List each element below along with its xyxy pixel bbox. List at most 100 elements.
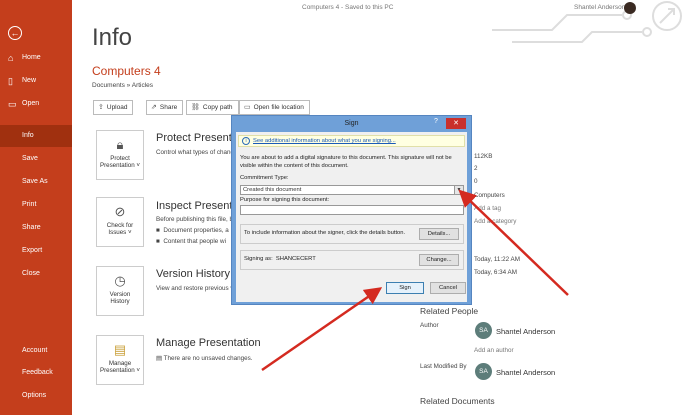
section-description: Control what types of chang [156,149,235,156]
document-icon: ▤ [156,355,164,362]
sidebar-item-new[interactable]: ▯ New [0,70,72,92]
dialog-message: You are about to add a digital signature… [240,155,452,169]
title-bar: Computers 4 - Saved to this PC Shantel A… [72,0,700,43]
version-history-button[interactable]: ◷ Version History [96,266,144,316]
manage-presentation-button[interactable]: ▤ Manage Presentation ˅ [96,335,144,385]
button-label: Share [159,104,178,111]
folder-icon: ▭ [8,99,17,109]
sidebar-item-home[interactable]: ⌂ Home [0,47,72,69]
file-icon: ▯ [8,76,13,86]
sidebar-item-label: Home [22,54,41,61]
upload-button[interactable]: ⇪ Upload [93,100,134,115]
add-tag-link[interactable]: Add a tag [474,205,501,212]
purpose-input[interactable] [240,205,464,215]
additional-info-link[interactable]: See additional information about what yo… [253,138,396,144]
modifier-avatar[interactable]: SA [475,363,492,380]
sidebar-item-account[interactable]: Account [0,340,72,362]
property-value: 0 [474,178,478,185]
button-label: Presentation ˅ [99,162,141,169]
sidebar-item-label: Close [22,270,40,277]
sidebar-item-label: Export [22,247,43,254]
sidebar-item-label: Share [22,224,41,231]
select-value: Created this document [243,187,302,193]
section-description-text: There are no unsaved changes. [163,355,253,362]
signer-info-text: To include information about the signer,… [244,230,406,236]
share-button[interactable]: ⇗ Share [146,100,184,115]
list-item: ■ Document properties, a [156,227,229,234]
sidebar-item-share[interactable]: Share [0,217,72,239]
details-button[interactable]: Details... [419,228,459,240]
signer-info-group: To include information about the signer,… [240,224,464,244]
commitment-type-select[interactable]: Created this document ▼ [240,185,464,195]
sidebar-item-label: Save As [22,178,48,185]
info-bar: i See additional information about what … [238,135,465,147]
sidebar-item-feedback[interactable]: Feedback [0,362,72,384]
add-author-link[interactable]: Add an author [474,347,514,354]
signing-as-group: Signing as: SHANCECERT Change... [240,250,464,270]
related-documents-heading: Related Documents [420,396,495,406]
breadcrumb: Documents » Articles [92,82,154,89]
sidebar-item-close[interactable]: Close [0,263,72,285]
author-avatar[interactable]: SA [475,322,492,339]
add-category-link[interactable]: Add a category [474,218,516,225]
button-label: History [110,298,130,305]
sidebar-item-label: Options [22,392,47,399]
protect-presentation-button[interactable]: 🔒︎ Protect Presentation ˅ [96,130,144,180]
button-label: Open file location [253,104,304,111]
created-date: Today, 11:22 AM [474,256,520,263]
sidebar-item-export[interactable]: Export [0,240,72,262]
button-label: Upload [106,104,128,111]
back-arrow-icon[interactable]: ← [8,26,22,40]
copy-path-button[interactable]: ⛓ Copy path [186,100,239,115]
author-name[interactable]: Shantel Anderson [496,327,555,336]
sidebar-item-info[interactable]: Info [0,125,72,147]
related-people-heading: Related People [420,306,479,316]
user-name: Shantel Anderson [574,4,626,11]
check-for-issues-button[interactable]: ⊘ Check for Issues ˅ [96,197,144,247]
folder-icon: ▭ [244,104,251,111]
signing-as-label: Signing as: [244,256,273,262]
help-icon[interactable]: ? [434,118,438,125]
clock-history-icon: ◷ [114,273,126,288]
button-label: Issues ˅ [108,229,132,236]
page-title: Info [92,24,133,51]
signing-as-value: SHANCECERT [275,256,316,262]
list-item-text: Document properties, a [163,227,229,234]
button-label: Manage [108,360,132,367]
section-description: ▤ There are no unsaved changes. [156,355,253,362]
cancel-button[interactable]: Cancel [430,282,466,294]
info-icon: i [242,137,250,145]
sidebar-item-save[interactable]: Save [0,148,72,170]
sidebar-item-label: Info [22,132,34,139]
sign-button[interactable]: Sign [386,282,424,294]
sidebar-item-open[interactable]: ▭ Open [0,93,72,115]
purpose-label: Purpose for signing this document: [240,197,330,203]
sidebar-item-label: New [22,77,37,84]
chevron-down-icon[interactable]: ▼ [454,186,463,194]
change-button[interactable]: Change... [419,254,459,266]
commitment-type-label: Commitment Type: [240,175,289,181]
sidebar-item-label: Feedback [22,369,53,376]
last-modified-label: Last Modified By [420,363,467,370]
link-icon: ⛓ [191,104,200,111]
close-button[interactable]: ✕ [446,118,466,129]
lock-icon: 🔒︎ [116,137,124,152]
sign-dialog: Sign ? ✕ i See additional information ab… [231,115,472,305]
backstage-sidebar: ← ⌂ Home ▯ New ▭ Open Info Save Save As Pri… [0,0,72,415]
sidebar-item-options[interactable]: Options [0,385,72,407]
sidebar-item-label: Open [22,100,40,107]
section-title: Manage Presentation [156,337,261,349]
modifier-name[interactable]: Shantel Anderson [496,368,555,377]
dialog-body: i See additional information about what … [236,132,467,302]
sidebar-item-save-as[interactable]: Save As [0,171,72,193]
user-avatar[interactable] [624,2,636,14]
inspect-document-icon: ⊘ [114,204,126,219]
section-description: Before publishing this file, b [156,216,234,223]
sidebar-item-label: Account [22,347,48,354]
share-icon: ⇗ [151,104,157,111]
button-label: Check for [106,222,134,229]
open-file-location-button[interactable]: ▭ Open file location [239,100,310,115]
home-icon: ⌂ [8,53,14,63]
sidebar-item-print[interactable]: Print [0,194,72,216]
button-label: Presentation ˅ [99,367,141,374]
